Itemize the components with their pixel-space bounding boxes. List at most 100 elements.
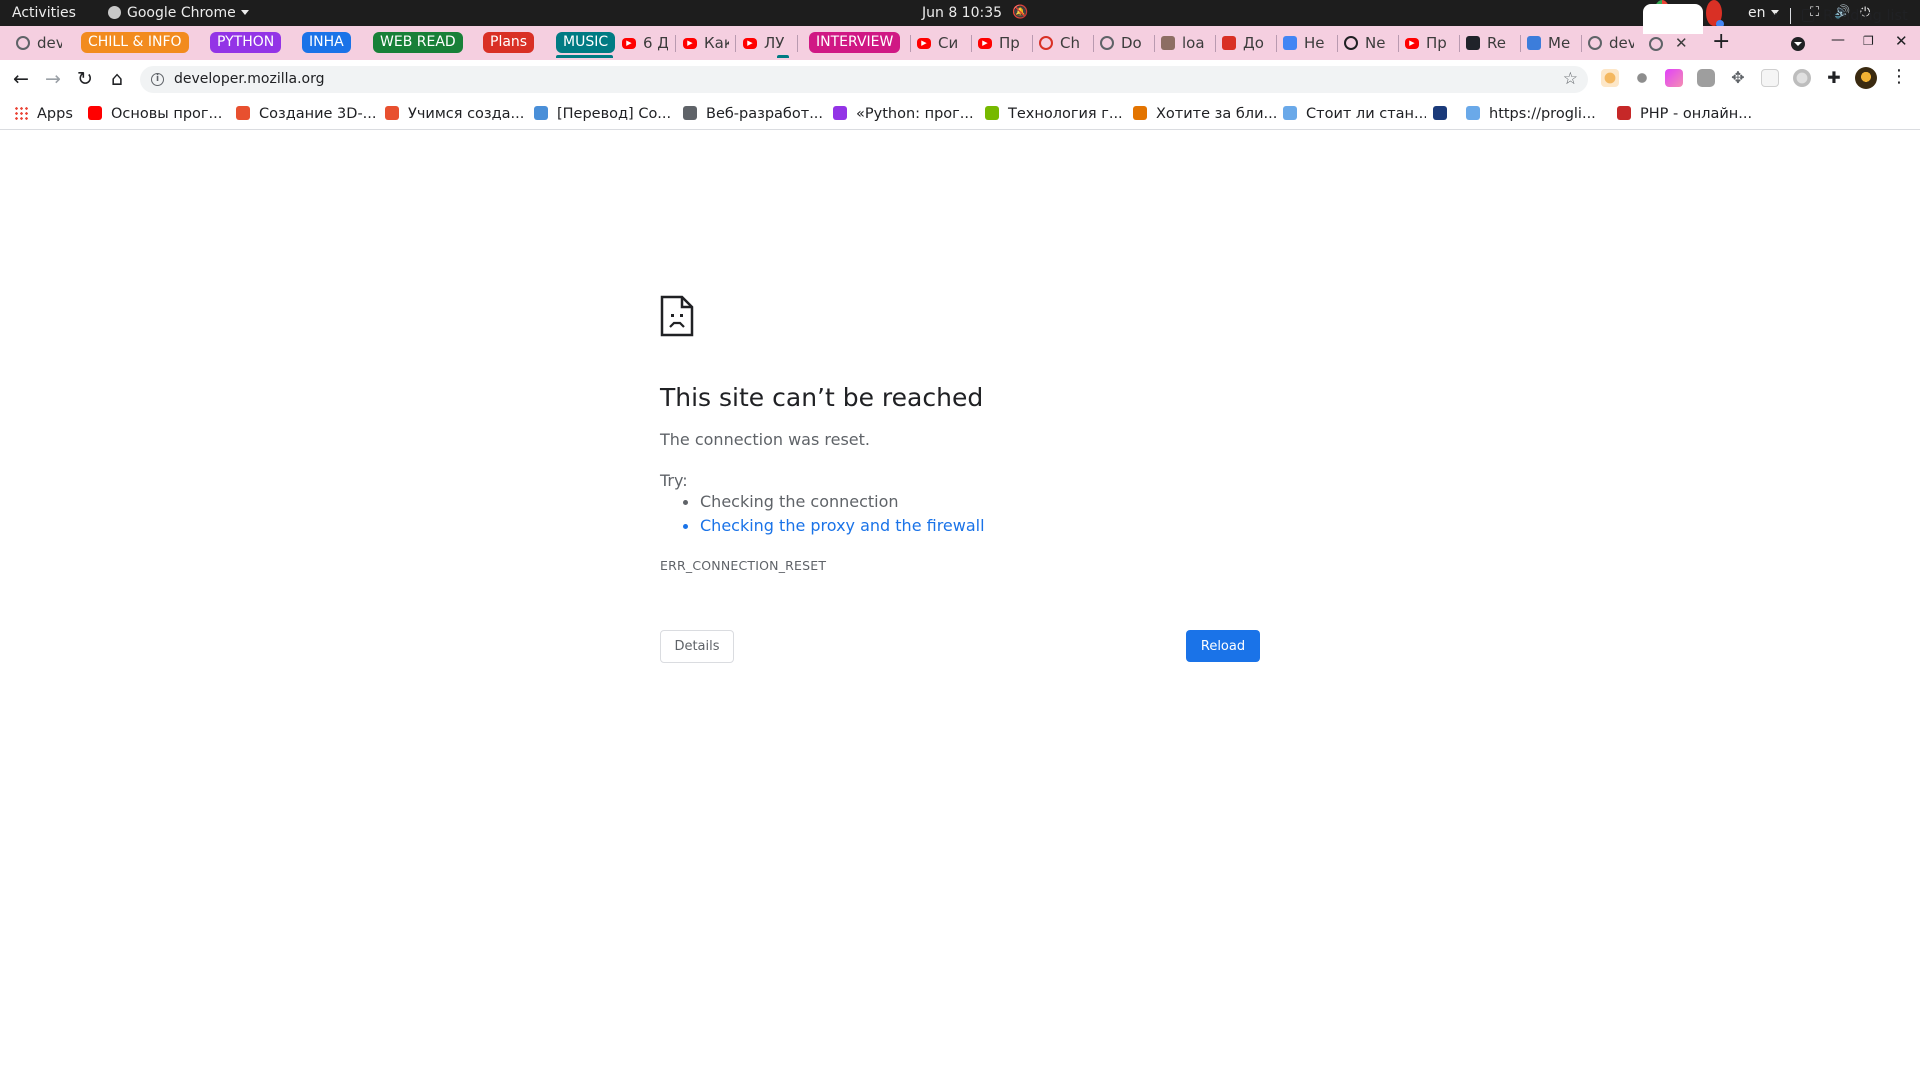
bookmark-label: Создание 3D-...: [259, 106, 377, 122]
camera-icon[interactable]: [1697, 69, 1715, 87]
tab-separator: [1032, 35, 1033, 52]
activities-button[interactable]: Activities: [12, 0, 76, 26]
bookmark-favicon: [88, 106, 102, 120]
tab[interactable]: ▶ Пр: [1405, 26, 1451, 60]
tab[interactable]: ▶ Си: [917, 26, 963, 60]
tab-group-underline: [556, 55, 613, 58]
tab[interactable]: He: [1283, 26, 1329, 60]
address-bar[interactable]: i developer.mozilla.org ☆: [140, 66, 1588, 93]
reload-button[interactable]: Reload: [1186, 630, 1260, 662]
tab[interactable]: dev: [16, 26, 62, 60]
tab[interactable]: Do: [1100, 26, 1146, 60]
app-menu-label: Google Chrome: [127, 5, 236, 21]
smiley-icon: [1344, 36, 1358, 50]
tab-group-chip[interactable]: MUSIC: [556, 32, 616, 53]
tab[interactable]: Ch: [1039, 26, 1085, 60]
extension-tray-icon[interactable]: [1706, 0, 1724, 28]
move-icon[interactable]: ✥: [1729, 69, 1747, 87]
tab-group-chip[interactable]: WEB READ: [373, 32, 463, 53]
bookmark-item[interactable]: [1433, 98, 1459, 130]
extension-clock-icon[interactable]: [1793, 69, 1811, 87]
home-icon[interactable]: ⌂: [104, 66, 130, 92]
tab-group-chip[interactable]: CHILL & INFO: [81, 32, 189, 53]
bookmark-label: Основы прог...: [111, 106, 223, 122]
error-code: ERR_CONNECTION_RESET: [660, 558, 827, 573]
new-tab-button[interactable]: +: [1712, 30, 1730, 54]
youtube-icon: ▶: [743, 37, 757, 49]
bookmark-item[interactable]: Технология г...: [985, 98, 1126, 130]
tab[interactable]: ▶ 6 Д: [622, 26, 668, 60]
dash-icon: [1527, 36, 1541, 50]
tab-group-chip[interactable]: INTERVIEW: [809, 32, 901, 53]
url-text[interactable]: developer.mozilla.org: [174, 66, 325, 93]
tab[interactable]: ▶ Как: [683, 26, 729, 60]
bookmark-favicon: [683, 106, 697, 120]
maximize-icon[interactable]: ❐: [1863, 34, 1874, 48]
back-arrow-icon[interactable]: ←: [8, 66, 34, 92]
youtube-icon: ▶: [978, 37, 992, 49]
bookmark-favicon: [1617, 106, 1631, 120]
tab-separator: [971, 35, 972, 52]
bookmark-label: Хотите за бли...: [1156, 106, 1276, 122]
tab-separator: [1398, 35, 1399, 52]
bookmark-apps[interactable]: Apps: [14, 98, 73, 130]
tab[interactable]: loa: [1161, 26, 1207, 60]
bookmark-item[interactable]: https://progli...: [1466, 98, 1611, 130]
tab-separator: [1581, 35, 1582, 52]
active-tab[interactable]: [1643, 4, 1703, 34]
tab-title: loa: [1182, 34, 1205, 52]
bookmark-favicon: [534, 106, 548, 120]
tab[interactable]: dev: [1588, 26, 1634, 60]
forward-arrow-icon[interactable]: →: [40, 66, 66, 92]
bookmark-label: https://progli...: [1489, 106, 1596, 122]
minimize-icon[interactable]: —: [1831, 32, 1845, 48]
menu-dots-icon[interactable]: ⋮: [1890, 66, 1908, 87]
extension-color-icon[interactable]: [1665, 69, 1683, 87]
tab[interactable]: Re: [1466, 26, 1512, 60]
close-tab-icon[interactable]: ✕: [1675, 34, 1688, 52]
tab[interactable]: Me: [1527, 26, 1573, 60]
tab-title: Ch: [1060, 34, 1080, 52]
window-close-icon[interactable]: ✕: [1895, 32, 1908, 50]
bookmark-item[interactable]: Стоит ли стан...: [1283, 98, 1426, 130]
site-info-icon[interactable]: i: [151, 73, 164, 86]
bookmark-item[interactable]: «Python: прог...: [833, 98, 978, 130]
reload-icon[interactable]: ↻: [72, 66, 98, 92]
notifications-muted-icon: 🔕: [1012, 5, 1029, 20]
bookmark-item[interactable]: Веб-разработ...: [683, 98, 825, 130]
tab-group-chip[interactable]: Plans: [483, 32, 535, 53]
tab-separator: [1459, 35, 1460, 52]
extension-bug-icon[interactable]: [1633, 69, 1651, 87]
extensions-puzzle-icon[interactable]: ✚: [1825, 69, 1843, 87]
profile-avatar[interactable]: [1855, 67, 1877, 89]
tab-group-chip[interactable]: PYTHON: [210, 32, 282, 53]
extension-blank-icon[interactable]: [1761, 69, 1779, 87]
tab-separator: [1093, 35, 1094, 52]
clock[interactable]: Jun 8 10:35: [922, 0, 1002, 26]
bookmark-item[interactable]: Основы прог...: [88, 98, 228, 130]
bookmark-item[interactable]: PHP - онлайн...: [1617, 98, 1762, 130]
details-button[interactable]: Details: [660, 630, 734, 663]
bookmark-item[interactable]: Создание 3D-...: [236, 98, 378, 130]
more-bookmarks-chevron-icon[interactable]: »: [1770, 0, 1780, 32]
tab[interactable]: До: [1222, 26, 1268, 60]
bookmark-item[interactable]: [Перевод] Со...: [534, 98, 676, 130]
bookmark-apps-label: Apps: [37, 106, 73, 122]
language-label: en: [1748, 5, 1766, 21]
tab-title: Ne: [1365, 34, 1386, 52]
tab-search-icon[interactable]: [1791, 37, 1805, 51]
tab-separator: [1215, 35, 1216, 52]
tab-group-chip[interactable]: INHA: [302, 32, 351, 53]
tab[interactable]: Ne: [1344, 26, 1390, 60]
extension-peach-icon[interactable]: [1601, 69, 1619, 87]
bookmark-star-icon[interactable]: ☆: [1563, 68, 1578, 91]
app-menu-button[interactable]: Google Chrome: [108, 0, 249, 26]
tab-separator: [910, 35, 911, 52]
bookmark-item[interactable]: Учимся созда...: [385, 98, 527, 130]
reading-list-button[interactable]: Reading list: [1802, 0, 1908, 32]
suggestion-list: Checking the connection Checking the pro…: [683, 490, 985, 538]
bookmark-item[interactable]: Хотите за бли...: [1133, 98, 1276, 130]
suggestion-check-proxy-link[interactable]: Checking the proxy and the firewall: [683, 514, 985, 538]
tab[interactable]: ▶ Пр: [978, 26, 1024, 60]
tab-title: He: [1304, 34, 1325, 52]
